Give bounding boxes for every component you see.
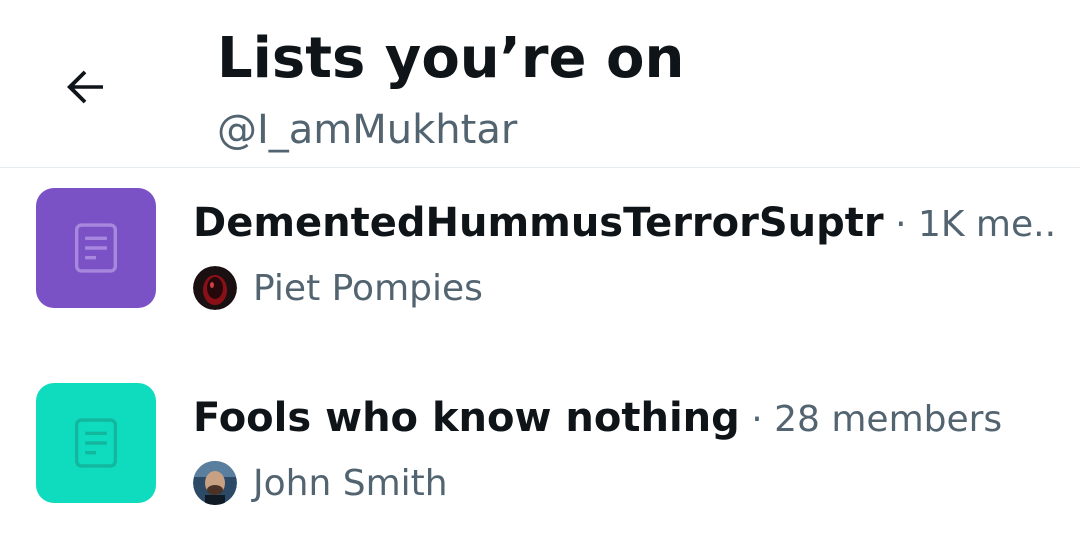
page-title: Lists you’re on: [217, 26, 685, 91]
arrow-left-icon: [67, 70, 103, 104]
list-document-icon: [74, 223, 118, 273]
list-document-icon: [74, 418, 118, 468]
list-name: DementedHummusTerrorSuptr: [193, 200, 884, 246]
list-title-row: Fools who know nothing · 28 members: [193, 390, 1053, 454]
list-member-count: · 1K me...: [883, 204, 1053, 245]
owner-name: Piet Pompies: [253, 267, 483, 309]
page-header: Lists you’re on @I_amMukhtar: [0, 0, 1080, 168]
avatar: [193, 461, 237, 505]
list-member-count: · 28 members: [739, 399, 1003, 440]
avatar-dark-red: [193, 266, 237, 310]
list-item[interactable]: Fools who know nothing · 28 members John…: [0, 370, 1080, 550]
list-thumbnail: [36, 188, 156, 308]
list-item[interactable]: DementedHummusTerrorSuptr · 1K me... Pie…: [0, 175, 1080, 355]
list-title-row: DementedHummusTerrorSuptr · 1K me...: [193, 195, 1053, 259]
avatar-photo-man: [193, 461, 237, 505]
list-thumbnail: [36, 383, 156, 503]
list-owner: Piet Pompies: [193, 263, 483, 313]
avatar: [193, 266, 237, 310]
list-owner: John Smith: [193, 458, 448, 508]
page-subtitle-handle: @I_amMukhtar: [217, 107, 518, 153]
owner-name: John Smith: [253, 462, 448, 504]
back-button[interactable]: [50, 52, 120, 122]
list-name: Fools who know nothing: [193, 395, 740, 441]
